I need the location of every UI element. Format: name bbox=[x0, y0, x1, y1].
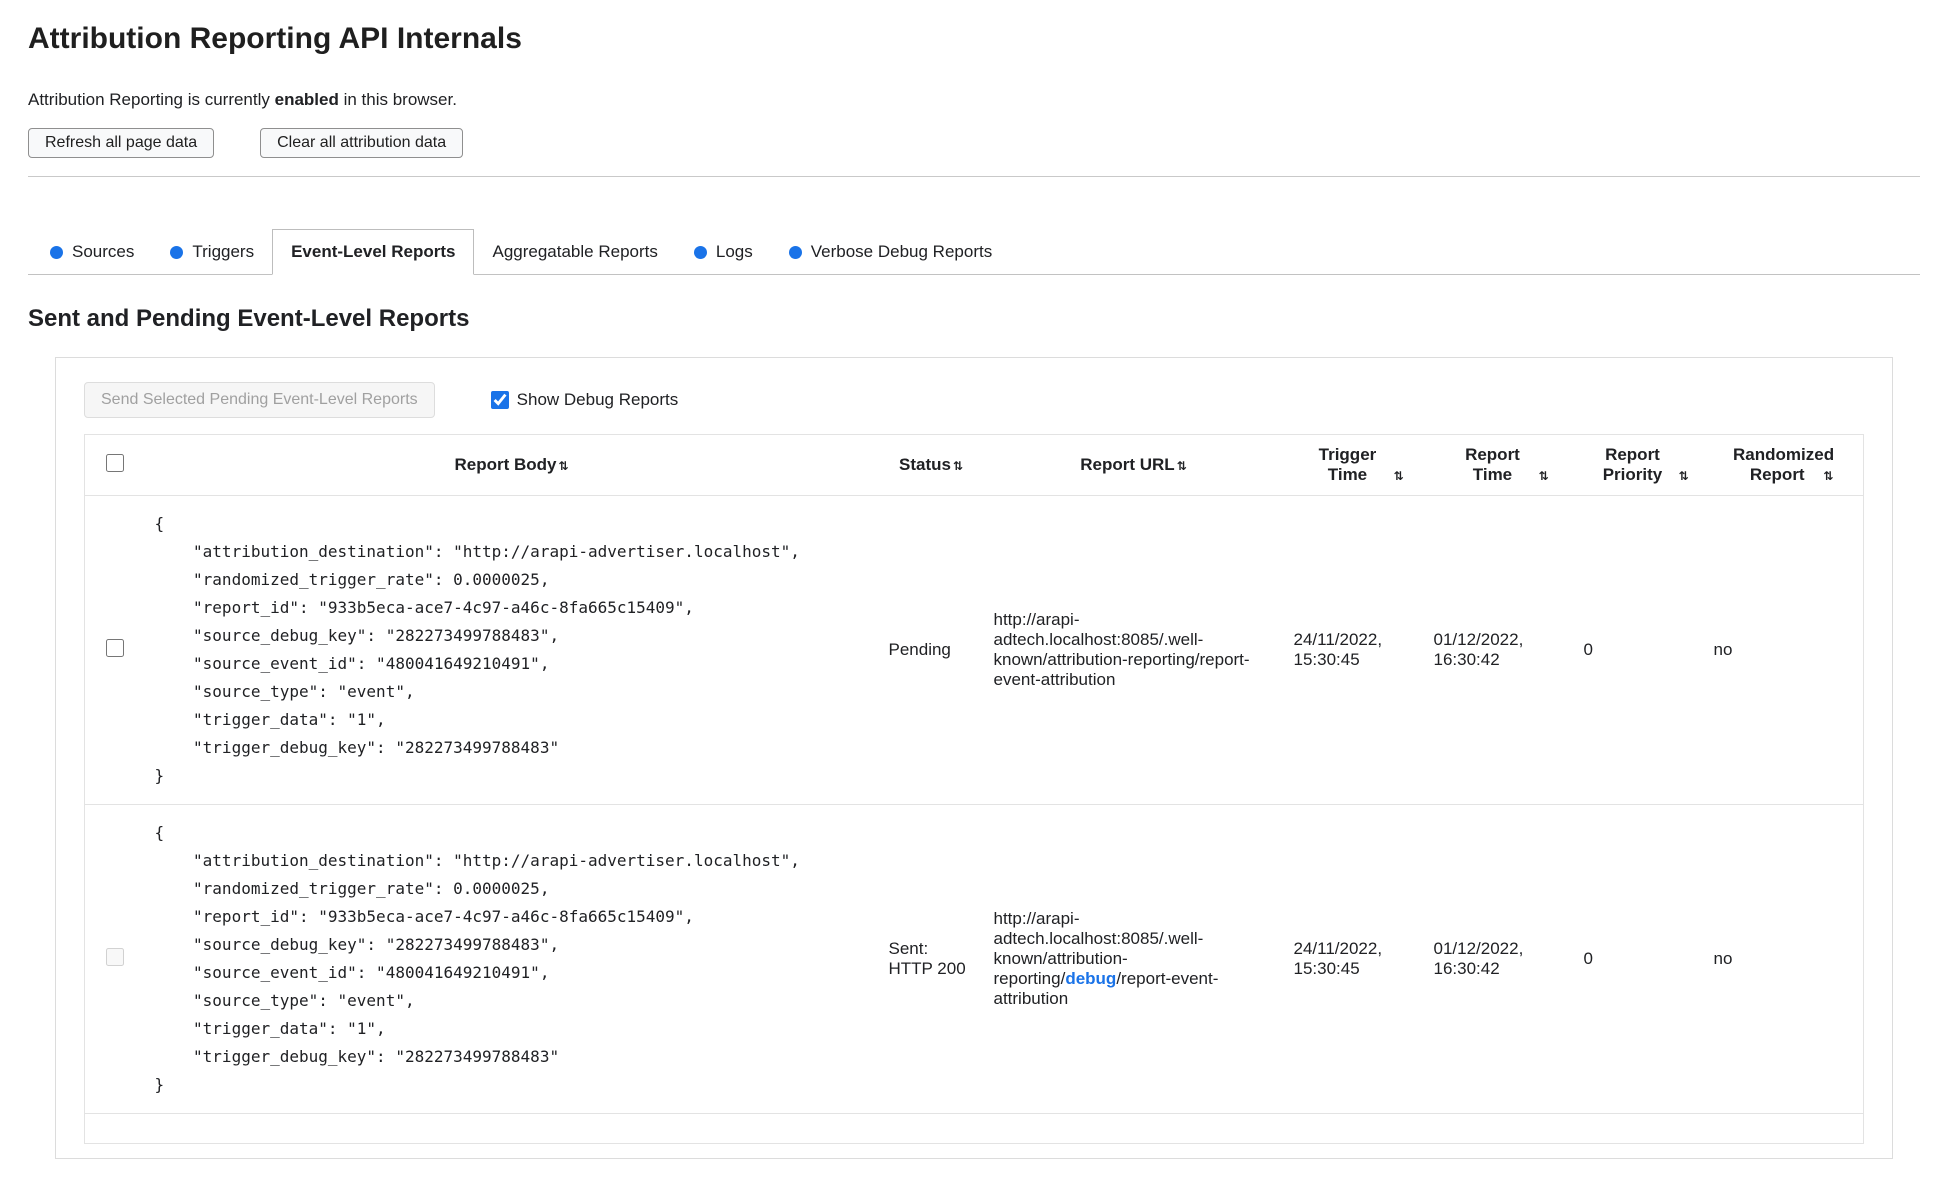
report-url-cell: http://arapi-adtech.localhost:8085/.well… bbox=[983, 804, 1284, 1114]
tab-dot-icon bbox=[170, 245, 184, 259]
report-body-json: { "attribution_destination": "http://ara… bbox=[154, 514, 800, 785]
page-title: Attribution Reporting API Internals bbox=[28, 22, 522, 55]
row-select-checkbox[interactable] bbox=[105, 638, 124, 657]
show-debug-label: Show Debug Reports bbox=[516, 390, 679, 409]
row-checkbox-cell bbox=[84, 804, 145, 1114]
header-report-body[interactable]: Report Body ⇅ bbox=[144, 434, 879, 496]
sort-icon: ⇅ bbox=[558, 459, 569, 473]
table-header-row: Report Body ⇅ Status ⇅ Report URL ⇅ Trigger… bbox=[84, 434, 1864, 496]
report-priority-cell: 0 bbox=[1573, 495, 1704, 805]
report-body-cell: { "attribution_destination": "http://ara… bbox=[144, 495, 879, 805]
trigger-time-cell: 24/11/2022, 15:30:45 bbox=[1283, 495, 1424, 805]
status-text-suffix: in this browser. bbox=[338, 90, 457, 109]
report-priority-cell: 0 bbox=[1573, 804, 1704, 1114]
header-trigger-time[interactable]: Trigger Time ⇅ bbox=[1283, 434, 1424, 496]
sort-icon: ⇅ bbox=[1823, 469, 1834, 483]
tab-dot-icon bbox=[50, 245, 63, 259]
sort-icon: ⇅ bbox=[1538, 469, 1549, 483]
tab-label: Sources bbox=[72, 242, 135, 261]
send-selected-reports-button[interactable]: Send Selected Pending Event-Level Report… bbox=[84, 382, 435, 418]
select-all-checkbox[interactable] bbox=[105, 453, 124, 472]
table-footer-cell bbox=[84, 1113, 1864, 1144]
header-label: Randomized Report bbox=[1733, 445, 1835, 484]
header-report-priority[interactable]: Report Priority ⇅ bbox=[1573, 434, 1704, 496]
report-body-json: { "attribution_destination": "http://ara… bbox=[154, 823, 800, 1094]
header-label: Report Priority bbox=[1602, 445, 1663, 484]
randomized-report-cell: no bbox=[1703, 495, 1864, 805]
tab-sources[interactable]: Sources bbox=[32, 230, 152, 274]
sort-icon: ⇅ bbox=[1393, 469, 1404, 483]
tab-dot-icon bbox=[693, 245, 707, 259]
table-footer-row bbox=[84, 1113, 1864, 1144]
header-report-url[interactable]: Report URL ⇅ bbox=[983, 434, 1284, 496]
refresh-all-button[interactable]: Refresh all page data bbox=[28, 128, 215, 158]
status-line: Attribution Reporting is currently enabl… bbox=[28, 90, 1920, 110]
tab-verbose-debug-reports[interactable]: Verbose Debug Reports bbox=[771, 230, 1010, 274]
tab-label: Event-Level Reports bbox=[291, 242, 456, 261]
row-checkbox-cell bbox=[84, 495, 145, 805]
row-select-checkbox[interactable] bbox=[105, 947, 124, 966]
tab-label: Verbose Debug Reports bbox=[810, 242, 993, 261]
randomized-report-cell: no bbox=[1703, 804, 1864, 1114]
event-level-reports-table: Report Body ⇅ Status ⇅ Report URL ⇅ Trigger… bbox=[84, 434, 1864, 1144]
status-enabled-text: enabled bbox=[274, 90, 339, 109]
section-heading: Sent and Pending Event-Level Reports bbox=[28, 305, 470, 332]
header-label: Status bbox=[898, 455, 951, 474]
tab-bar: Sources Triggers Event-Level Reports Agg… bbox=[28, 229, 1920, 275]
trigger-time-cell: 24/11/2022, 15:30:45 bbox=[1283, 804, 1424, 1114]
header-status[interactable]: Status ⇅ bbox=[878, 434, 984, 496]
tab-event-level-reports[interactable]: Event-Level Reports bbox=[272, 229, 475, 275]
status-text: Attribution Reporting is currently bbox=[28, 90, 275, 109]
header-label: Report URL bbox=[1080, 455, 1175, 474]
header-randomized-report[interactable]: Randomized Report ⇅ bbox=[1703, 434, 1864, 496]
table-row: { "attribution_destination": "http://ara… bbox=[84, 495, 1864, 805]
status-cell: Sent: HTTP 200 bbox=[878, 804, 984, 1114]
show-debug-checkbox[interactable] bbox=[490, 391, 509, 409]
report-body-cell: { "attribution_destination": "http://ara… bbox=[144, 804, 879, 1114]
status-cell: Pending bbox=[878, 495, 984, 805]
divider bbox=[28, 176, 1920, 177]
header-checkbox-cell bbox=[84, 434, 145, 496]
toolbar: Refresh all page data Clear all attribut… bbox=[28, 128, 1920, 158]
header-label: Report Time bbox=[1465, 445, 1520, 484]
tab-label: Logs bbox=[715, 242, 753, 261]
tab-aggregatable-reports[interactable]: Aggregatable Reports bbox=[474, 230, 675, 274]
report-time-cell: 01/12/2022, 16:30:42 bbox=[1423, 804, 1574, 1114]
header-report-time[interactable]: Report Time ⇅ bbox=[1423, 434, 1574, 496]
sort-icon: ⇅ bbox=[952, 459, 964, 473]
sort-icon: ⇅ bbox=[1678, 469, 1689, 483]
tab-logs[interactable]: Logs bbox=[676, 230, 771, 274]
reports-panel: Send Selected Pending Event-Level Report… bbox=[55, 357, 1893, 1159]
tab-dot-icon bbox=[788, 245, 802, 259]
report-url-debug-highlight: debug bbox=[1065, 969, 1117, 988]
tab-triggers[interactable]: Triggers bbox=[152, 230, 272, 274]
panel-controls: Send Selected Pending Event-Level Report… bbox=[84, 382, 1864, 418]
clear-all-button[interactable]: Clear all attribution data bbox=[260, 128, 464, 158]
show-debug-toggle[interactable]: Show Debug Reports bbox=[490, 390, 679, 410]
tab-label: Triggers bbox=[192, 242, 255, 261]
header-label: Trigger Time bbox=[1318, 445, 1377, 484]
table-row: { "attribution_destination": "http://ara… bbox=[84, 804, 1864, 1114]
tab-label: Aggregatable Reports bbox=[492, 242, 658, 261]
sort-icon: ⇅ bbox=[1176, 459, 1187, 473]
report-url-cell: http://arapi-adtech.localhost:8085/.well… bbox=[983, 495, 1284, 805]
report-time-cell: 01/12/2022, 16:30:42 bbox=[1423, 495, 1574, 805]
header-label: Report Body bbox=[454, 455, 557, 474]
